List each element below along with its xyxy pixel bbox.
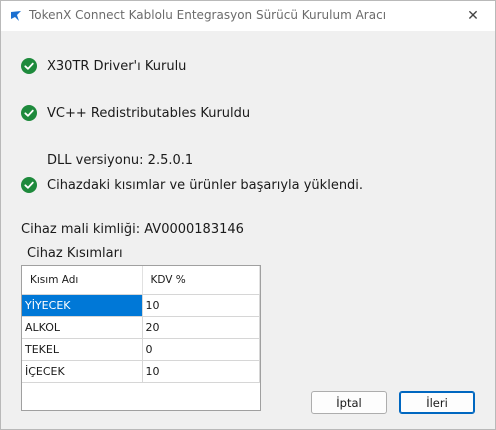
table-row[interactable]: İÇECEK 10 — [22, 360, 260, 383]
title-bar: TokenX Connect Kablolu Entegrasyon Sürüc… — [1, 1, 495, 31]
status-text: Cihazdaki kısımlar ve ürünler başarıyla … — [47, 177, 364, 193]
window-title: TokenX Connect Kablolu Entegrasyon Sürüc… — [29, 8, 387, 22]
status-text: X30TR Driver'ı Kurulu — [47, 58, 187, 74]
table-row[interactable]: YİYECEK 10 — [22, 294, 260, 317]
cell-vat[interactable]: 10 — [142, 294, 260, 317]
check-circle-icon — [21, 177, 37, 193]
installer-window: TokenX Connect Kablolu Entegrasyon Sürüc… — [0, 0, 496, 430]
dll-version: DLL versiyonu: 2.5.0.1 — [47, 153, 194, 168]
column-header-vat[interactable]: KDV % — [142, 266, 260, 295]
status-sections-loaded: Cihazdaki kısımlar ve ürünler başarıyla … — [21, 177, 363, 193]
cell-section-name[interactable]: ALKOL — [22, 316, 143, 339]
column-header-section-name[interactable]: Kısım Adı — [22, 266, 143, 295]
table-row[interactable]: TEKEL 0 — [22, 338, 260, 361]
cell-section-name[interactable]: TEKEL — [22, 338, 143, 361]
cell-section-name[interactable]: İÇECEK — [22, 360, 143, 383]
cell-vat[interactable]: 0 — [142, 338, 260, 361]
close-button[interactable]: ✕ — [451, 1, 495, 31]
cell-section-name[interactable]: YİYECEK — [22, 294, 143, 317]
content-area: X30TR Driver'ı Kurulu VC++ Redistributab… — [1, 31, 495, 430]
cell-vat[interactable]: 20 — [142, 316, 260, 339]
cell-vat[interactable]: 10 — [142, 360, 260, 383]
status-driver-installed: X30TR Driver'ı Kurulu — [21, 58, 186, 74]
status-text: VC++ Redistributables Kuruldu — [47, 105, 251, 121]
check-circle-icon — [21, 105, 37, 121]
app-logo-icon — [11, 11, 21, 21]
table-row[interactable]: ALKOL 20 — [22, 316, 260, 339]
close-icon: ✕ — [467, 8, 479, 24]
status-vc-redist: VC++ Redistributables Kuruldu — [21, 105, 250, 121]
check-circle-icon — [21, 58, 37, 74]
table-header-row: Kısım Adı KDV % — [22, 266, 260, 295]
device-fiscal-id: Cihaz mali kimliği: AV0000183146 — [21, 222, 244, 237]
next-button[interactable]: İleri — [399, 391, 475, 414]
sections-grid[interactable]: Kısım Adı KDV % YİYECEK 10 ALKOL 20 TEKE… — [21, 265, 261, 411]
sections-label: Cihaz Kısımları — [27, 246, 123, 261]
cancel-button[interactable]: İptal — [311, 391, 387, 414]
sections-table: Kısım Adı KDV % YİYECEK 10 ALKOL 20 TEKE… — [22, 266, 260, 383]
